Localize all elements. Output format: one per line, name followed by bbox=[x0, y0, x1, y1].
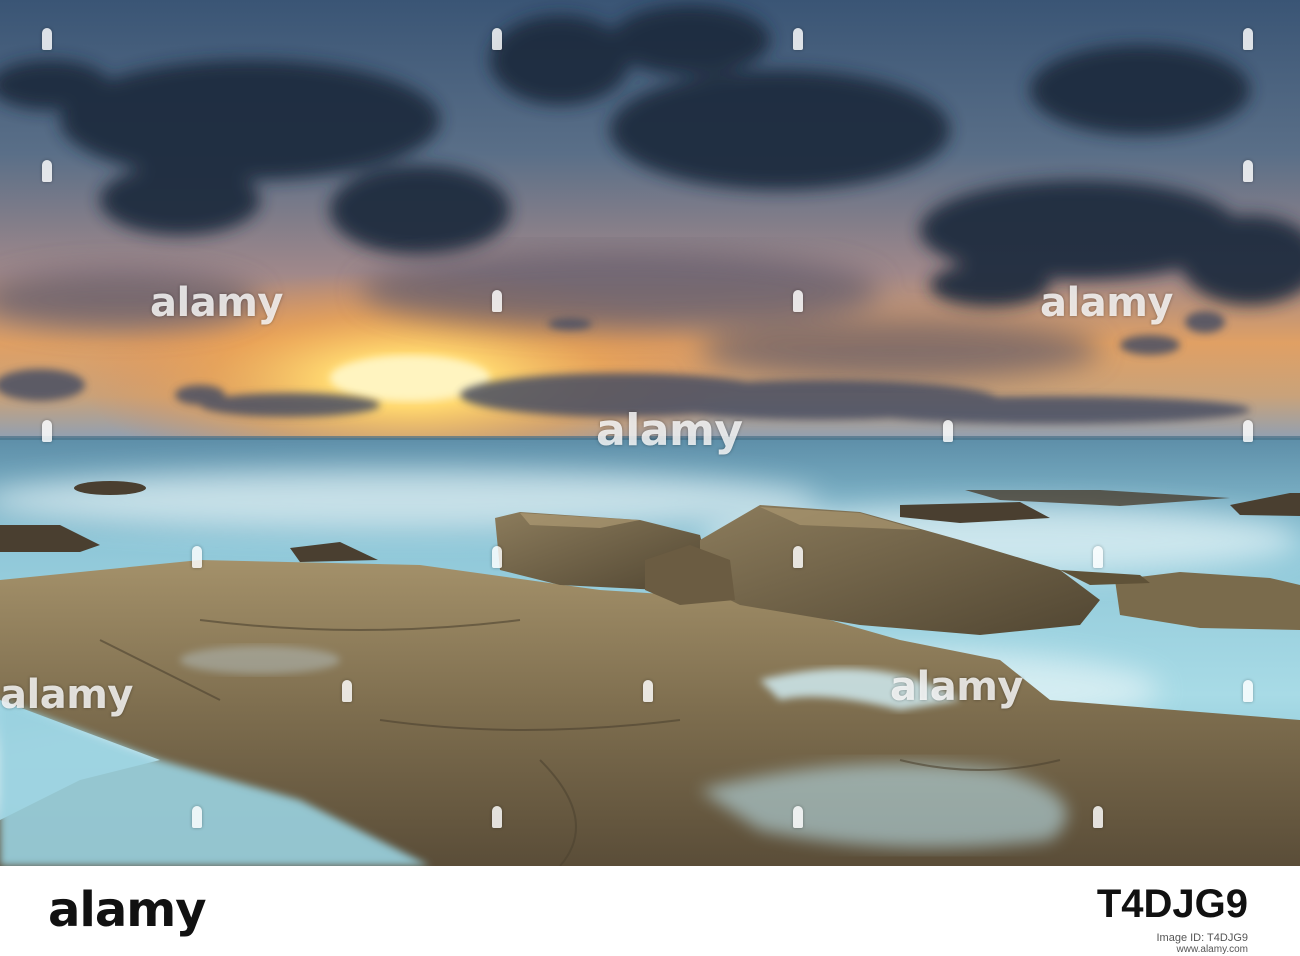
watermark-mark bbox=[192, 546, 202, 568]
watermark-text: alamy bbox=[150, 280, 283, 326]
watermark-mark bbox=[342, 680, 352, 702]
watermark-mark bbox=[1243, 680, 1253, 702]
watermark-mark bbox=[1243, 420, 1253, 442]
watermark-mark bbox=[1243, 160, 1253, 182]
watermark-mark bbox=[643, 680, 653, 702]
watermark-mark bbox=[793, 290, 803, 312]
watermark-mark bbox=[793, 546, 803, 568]
watermark-mark bbox=[192, 806, 202, 828]
image-id: T4DJG9 bbox=[1096, 882, 1248, 926]
seascape-photo: alamy alamy alamy alamy alamy bbox=[0, 0, 1300, 866]
watermark-mark bbox=[492, 806, 502, 828]
watermark-text: alamy bbox=[1040, 280, 1173, 326]
watermark-mark bbox=[943, 420, 953, 442]
watermark-mark bbox=[1093, 806, 1103, 828]
watermark-mark bbox=[42, 160, 52, 182]
watermark-mark bbox=[1243, 28, 1253, 50]
image-id-label: Image ID: T4DJG9 bbox=[1156, 932, 1249, 944]
watermark-mark bbox=[492, 546, 502, 568]
watermark-mark bbox=[793, 806, 803, 828]
footer-bar: alamy T4DJG9 Image ID: T4DJG9 www.alamy.… bbox=[0, 866, 1300, 956]
watermark-mark bbox=[42, 28, 52, 50]
watermark-mark bbox=[793, 28, 803, 50]
watermark-text: alamy bbox=[596, 405, 743, 456]
watermark-text: alamy bbox=[890, 664, 1023, 710]
watermark-mark bbox=[1093, 546, 1103, 568]
watermark-mark bbox=[492, 28, 502, 50]
website-link[interactable]: www.alamy.com bbox=[1177, 944, 1249, 955]
watermark-mark bbox=[42, 420, 52, 442]
watermark-text: alamy bbox=[0, 672, 133, 718]
brand-logo: alamy bbox=[48, 882, 207, 938]
watermark-mark bbox=[492, 290, 502, 312]
